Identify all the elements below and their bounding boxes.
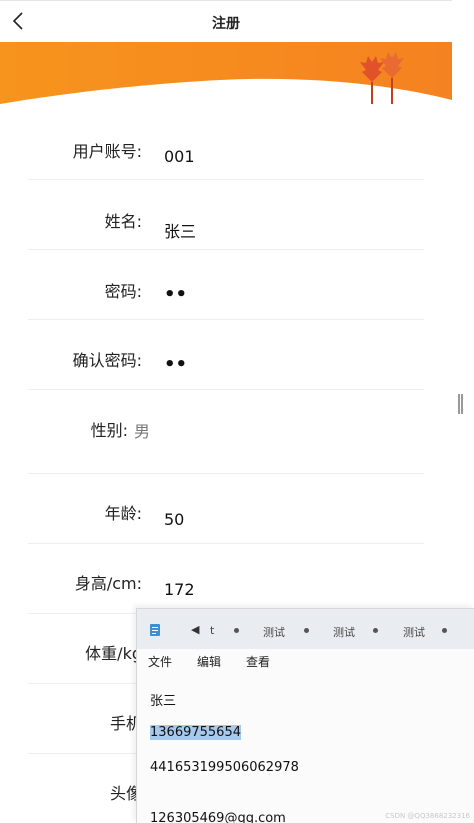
navbar: 注册 — [0, 0, 452, 42]
notepad-tab-bar: ◀ t 测试 测试 测试 — [137, 609, 474, 649]
notepad-menu-bar: 文件 编辑 查看 — [137, 649, 474, 675]
text-line-1[interactable]: 张三 — [150, 690, 176, 709]
form-row-height: 身高/cm: 172 — [28, 544, 424, 614]
menu-view[interactable]: 查看 — [246, 653, 270, 670]
account-label: 用户账号: — [72, 142, 142, 161]
age-input[interactable]: 50 — [164, 510, 184, 529]
menu-edit[interactable]: 编辑 — [197, 653, 221, 670]
menu-file[interactable]: 文件 — [148, 653, 172, 670]
age-label: 年龄: — [104, 504, 142, 523]
text-line-3[interactable]: 441653199506062978 — [150, 760, 299, 775]
form-row-account: 用户账号: 001 — [28, 112, 424, 180]
notepad-window: ◀ t 测试 测试 测试 文件 编辑 查看 张三 13669755654 441… — [136, 608, 474, 823]
account-input[interactable]: 001 — [164, 147, 195, 166]
tab-2[interactable]: 测试 — [263, 624, 285, 640]
tab-3-unsaved-dot-icon — [373, 628, 378, 633]
tab-3[interactable]: 测试 — [333, 624, 355, 640]
form-row-name: 姓名: 张三 — [28, 180, 424, 250]
header-banner — [0, 42, 452, 104]
form-row-gender: 性别: 男 — [28, 390, 424, 474]
gender-label: 性别: — [90, 421, 128, 440]
password-input[interactable]: •• — [164, 284, 187, 305]
height-input[interactable]: 172 — [164, 580, 195, 599]
tab-scroll-left-icon[interactable]: ◀ — [191, 623, 199, 636]
weight-label: 体重/kg — [85, 644, 142, 663]
tab-1-unsaved-dot-icon — [234, 628, 239, 633]
text-line-5[interactable]: 126305469@qq.com — [150, 811, 286, 823]
scrollbar-handle[interactable] — [457, 393, 464, 415]
height-label: 身高/cm: — [74, 574, 142, 593]
csdn-watermark: CSDN @QQ3868232316 — [385, 812, 470, 820]
form-row-confirm-password: 确认密码: •• — [28, 320, 424, 390]
password-label: 密码: — [104, 282, 142, 301]
tab-4-unsaved-dot-icon — [442, 628, 447, 633]
form-row-age: 年龄: 50 — [28, 474, 424, 544]
name-input[interactable]: 张三 — [164, 218, 196, 242]
confirm-password-input[interactable]: •• — [164, 354, 187, 375]
tab-2-unsaved-dot-icon — [304, 628, 309, 633]
gender-picker[interactable]: 男 — [134, 418, 150, 442]
confirm-password-label: 确认密码: — [72, 351, 142, 370]
name-label: 姓名: — [104, 212, 142, 231]
text-line-2-selected[interactable]: 13669755654 — [150, 725, 241, 740]
notepad-app-icon — [150, 624, 160, 636]
form-row-password: 密码: •• — [28, 250, 424, 320]
tab-1[interactable]: t — [210, 624, 214, 637]
page-title: 注册 — [212, 16, 240, 32]
tab-4[interactable]: 测试 — [403, 624, 425, 640]
